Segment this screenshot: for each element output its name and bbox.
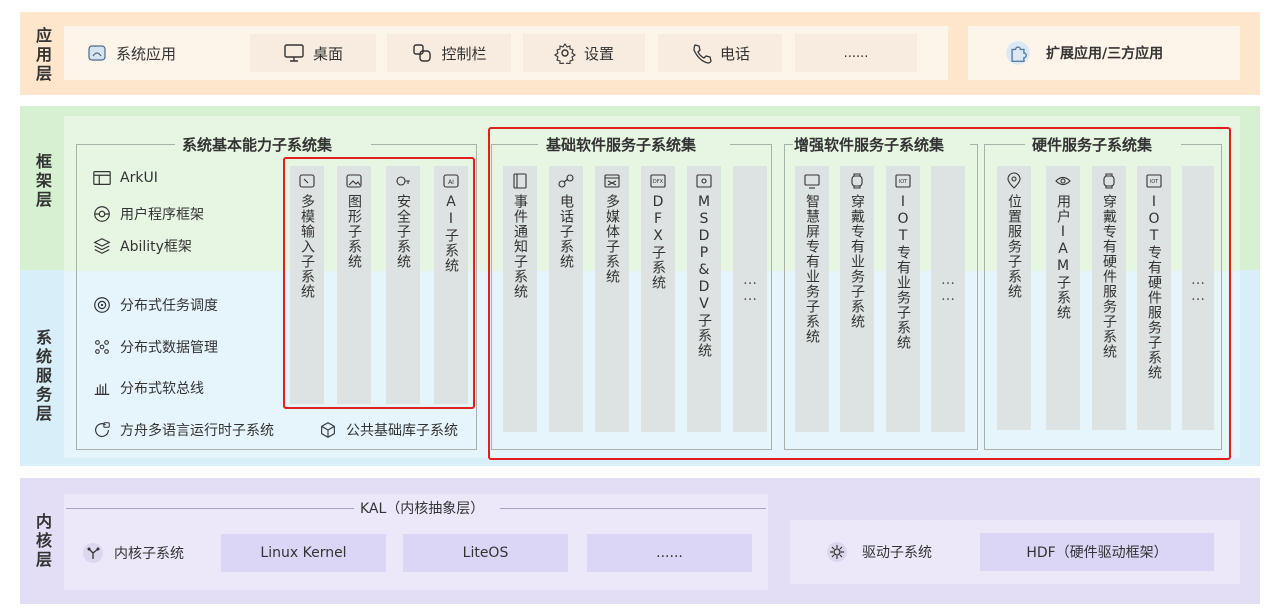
service-item-task-schedule[interactable]: 分布式任务调度 [92, 295, 218, 315]
system-service-layer-title-char: 层 [35, 403, 52, 423]
monitor-icon [283, 42, 305, 64]
driver-subsystem-label: 驱动子系统 [862, 545, 932, 561]
highlight-box-basic-columns [283, 157, 475, 409]
service-item-softbus[interactable]: 分布式软总线 [92, 378, 204, 398]
service-item-data-management[interactable]: 分布式数据管理 [92, 337, 218, 357]
app-item-control-bar[interactable]: 控制栏 [387, 34, 511, 72]
control-bar-icon [411, 42, 433, 64]
system-service-layer-title-char: 务 [35, 384, 52, 404]
kernel-layer-title: 内 核 层 [22, 505, 66, 575]
service-item-label: 分布式软总线 [120, 381, 204, 397]
app-item-label: 控制栏 [441, 44, 487, 63]
framework-item-user-program[interactable]: 用户程序框架 [92, 204, 204, 224]
app-item-system-apps[interactable]: 系统应用 [86, 34, 226, 72]
system-service-layer-title-char: 系 [35, 327, 52, 347]
kal-label: KAL（内核抽象层） [360, 501, 485, 517]
basic-capability-title: 系统基本能力子系统集 [182, 136, 333, 154]
app-layer-title-char: 用 [35, 44, 52, 64]
system-service-layer-title-char: 服 [35, 365, 52, 385]
framework-item-label: ArkUI [120, 170, 158, 186]
cube-icon [318, 420, 338, 440]
system-service-layer-title-char: 统 [35, 346, 52, 366]
app-layer-title-char: 应 [35, 25, 52, 45]
layers-icon [92, 236, 112, 256]
ui-layout-icon [92, 168, 112, 188]
app-item-label: 设置 [583, 44, 614, 63]
app-item-settings[interactable]: 设置 [523, 34, 645, 72]
kal-line-right [500, 508, 766, 509]
kernel-layer-title-char: 核 [35, 530, 52, 550]
kernel-layer-title-char: 内 [35, 511, 52, 531]
phone-icon [690, 42, 712, 64]
app-layer-title: 应 用 层 [22, 20, 66, 88]
app-window-icon [86, 42, 108, 64]
framework-item-ability[interactable]: Ability框架 [92, 236, 192, 256]
service-item-label: 分布式任务调度 [120, 298, 218, 314]
app-layer-title-char: 层 [35, 63, 52, 83]
runtime-icon [92, 420, 112, 440]
system-service-layer-title: 系 统 服 务 层 [22, 320, 66, 430]
kernel-item-more[interactable]: ...... [587, 534, 752, 572]
kernel-subsystem-item[interactable]: 内核子系统 [70, 534, 210, 572]
kernel-item-linux[interactable]: Linux Kernel [221, 534, 386, 572]
app-item-label: ...... [843, 45, 869, 61]
runtime-subsystem-label: 方舟多语言运行时子系统 [120, 423, 274, 439]
kernel-branch-icon [82, 542, 104, 564]
hdf-item[interactable]: HDF（硬件驱动框架） [980, 533, 1214, 571]
driver-subsystem-item[interactable]: 驱动子系统 [826, 533, 976, 571]
app-item-desktop[interactable]: 桌面 [250, 34, 376, 72]
framework-layer-title-char: 框 [35, 151, 52, 171]
kernel-item-liteos[interactable]: LiteOS [403, 534, 568, 572]
highlight-box-service-sets [488, 127, 1231, 460]
app-extension-label: 扩展应用/三方应用 [1046, 46, 1164, 62]
kernel-item-label: ...... [656, 545, 683, 561]
puzzle-icon [1004, 39, 1032, 67]
framework-item-label: Ability框架 [120, 239, 192, 255]
app-extension-panel[interactable]: 扩展应用/三方应用 [968, 26, 1240, 80]
kernel-layer-title-char: 层 [35, 549, 52, 569]
softbus-icon [92, 378, 112, 398]
app-item-phone[interactable]: 电话 [658, 34, 782, 72]
app-item-label: 系统应用 [116, 44, 177, 63]
runtime-subsystem-item[interactable]: 方舟多语言运行时子系统 [92, 420, 274, 440]
framework-layer-title-char: 架 [35, 170, 52, 190]
kernel-item-label: LiteOS [462, 545, 509, 561]
task-schedule-icon [92, 295, 112, 315]
gear-icon [553, 42, 576, 64]
program-framework-icon [92, 204, 112, 224]
kernel-subsystem-label: 内核子系统 [114, 546, 184, 562]
common-library-item[interactable]: 公共基础库子系统 [318, 420, 458, 440]
kernel-item-label: Linux Kernel [260, 545, 347, 561]
framework-item-arkui[interactable]: ArkUI [92, 168, 158, 188]
app-item-label: 桌面 [312, 44, 343, 63]
app-item-label: 电话 [719, 44, 750, 63]
framework-layer-title: 框 架 层 [22, 140, 66, 220]
hdf-label: HDF（硬件驱动框架） [1026, 545, 1168, 561]
framework-layer-title-char: 层 [35, 189, 52, 209]
driver-gear-icon [826, 541, 848, 563]
service-item-label: 分布式数据管理 [120, 340, 218, 356]
app-item-more[interactable]: ...... [795, 34, 917, 72]
kal-line-left [66, 508, 354, 509]
framework-item-label: 用户程序框架 [120, 207, 204, 223]
common-library-label: 公共基础库子系统 [346, 423, 458, 439]
data-management-icon [92, 337, 112, 357]
